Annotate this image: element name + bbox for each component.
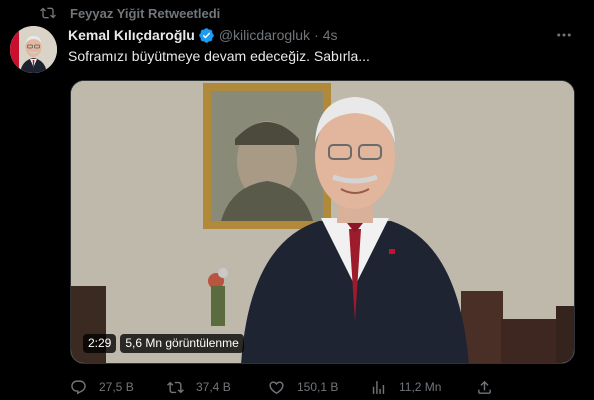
separator: · xyxy=(314,27,319,43)
like-button[interactable]: 150,1 B xyxy=(268,379,338,396)
video-duration: 2:29 xyxy=(83,334,117,353)
video-views: 5,6 Mn görüntülenme xyxy=(120,334,244,353)
retweet-context: Feyyaz Yiğit Retweetledi xyxy=(40,4,220,22)
reply-icon xyxy=(71,379,86,394)
tweet-text: Soframızı büyütmeye devam edeceğiz. Sabı… xyxy=(68,48,370,64)
author-handle[interactable]: @kilicdarogluk xyxy=(219,27,310,43)
video-meta: 2:29 5,6 Mn görüntülenme xyxy=(83,334,244,353)
reply-count: 27,5 B xyxy=(99,380,134,394)
avatar[interactable] xyxy=(10,26,57,73)
action-bar: 27,5 B 37,4 B 150,1 B 11,2 Mn xyxy=(70,376,500,398)
share-button[interactable] xyxy=(476,379,505,396)
retweet-icon xyxy=(167,381,184,393)
more-icon[interactable] xyxy=(554,25,574,45)
tweet-time[interactable]: 4s xyxy=(323,27,338,43)
retweet-button[interactable]: 37,4 B xyxy=(167,379,231,396)
tweet-header: Kemal Kılıçdaroğlu @kilicdarogluk · 4s xyxy=(68,25,584,45)
share-icon xyxy=(478,380,491,394)
verified-badge-icon[interactable] xyxy=(198,27,215,44)
retweet-count: 37,4 B xyxy=(196,380,231,394)
views-count: 11,2 Mn xyxy=(399,380,442,394)
video-player[interactable]: 2:29 5,6 Mn görüntülenme xyxy=(70,80,575,364)
reply-button[interactable]: 27,5 B xyxy=(70,379,134,396)
retweet-icon xyxy=(40,5,56,21)
like-count: 150,1 B xyxy=(297,380,339,394)
views-button[interactable]: 11,2 Mn xyxy=(370,379,441,396)
retweet-label[interactable]: Feyyaz Yiğit Retweetledi xyxy=(70,6,220,21)
views-icon xyxy=(372,380,385,394)
author-name[interactable]: Kemal Kılıçdaroğlu xyxy=(68,27,195,43)
like-icon xyxy=(269,380,284,394)
video-frame xyxy=(71,81,574,363)
